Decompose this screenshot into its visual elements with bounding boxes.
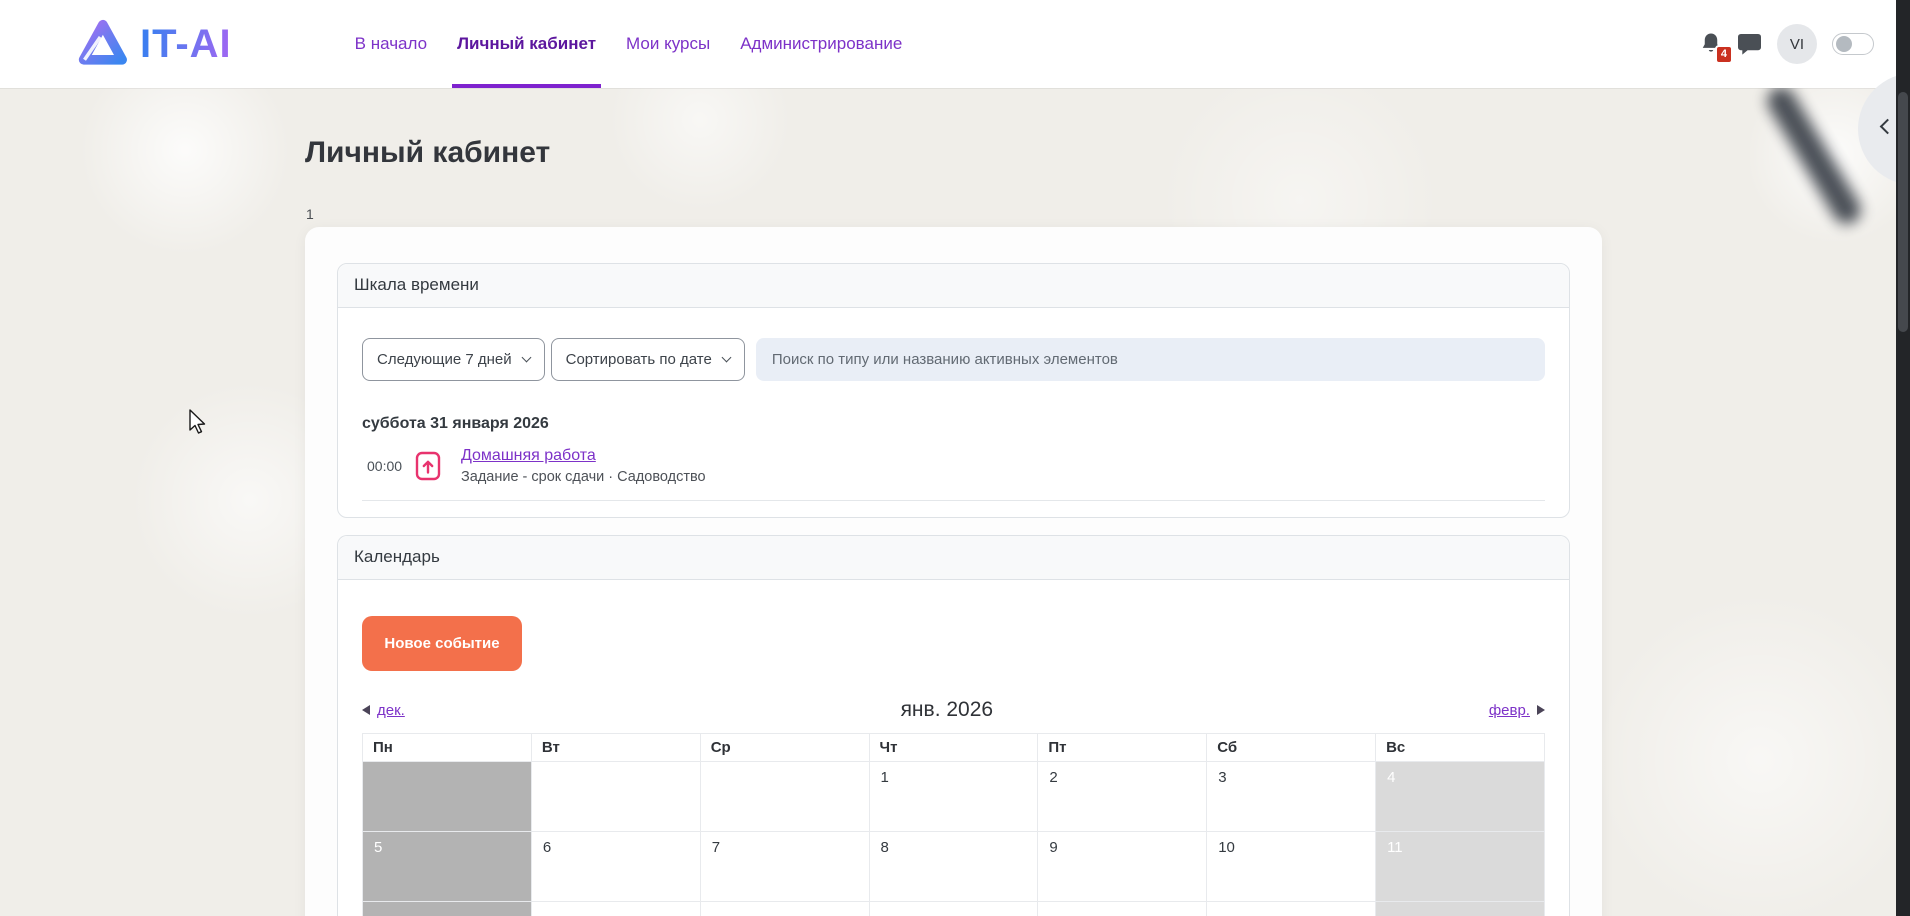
primary-navigation: В начало Личный кабинет Мои курсы Админи… — [340, 0, 918, 88]
browser-scrollbar[interactable] — [1896, 0, 1910, 916]
calendar-week-row: 1234 — [363, 762, 1545, 832]
sort-dropdown[interactable]: Сортировать по дате — [551, 338, 745, 381]
notification-count-badge: 4 — [1715, 45, 1733, 64]
calendar-month-nav: дек. янв. 2026 февр. — [362, 695, 1545, 725]
calendar-weekday-row: Пн Вт Ср Чт Пт Сб Вс — [363, 734, 1545, 762]
weekday-header: Вт — [531, 734, 700, 762]
calendar-day-cell[interactable]: 4 — [1376, 762, 1545, 832]
logo-text: IT-AI — [140, 22, 232, 67]
chevron-down-icon — [721, 353, 731, 363]
day-range-dropdown-label: Следующие 7 дней — [377, 351, 512, 368]
top-navbar: IT-AI В начало Личный кабинет Мои курсы … — [0, 0, 1896, 88]
triangle-left-icon — [362, 705, 370, 715]
calendar-day-cell — [363, 902, 532, 916]
calendar-week-row — [363, 902, 1545, 916]
calendar-month-grid: Пн Вт Ср Чт Пт Сб Вс 1234567891011 — [362, 733, 1545, 916]
event-text: Домашняя работа Задание - срок сдачи · С… — [461, 447, 706, 485]
navbar-right-controls: 4 VI — [1700, 24, 1874, 64]
calendar-day-cell — [700, 762, 869, 832]
weekday-header: Чт — [869, 734, 1038, 762]
nav-item-my-courses[interactable]: Мои курсы — [611, 0, 725, 88]
weekday-header: Пн — [363, 734, 532, 762]
sort-dropdown-label: Сортировать по дате — [566, 351, 712, 368]
calendar-day-cell[interactable]: 6 — [531, 832, 700, 902]
mouse-cursor — [186, 408, 208, 443]
weekday-header: Ср — [700, 734, 869, 762]
day-range-dropdown[interactable]: Следующие 7 дней — [362, 338, 545, 381]
calendar-day-cell — [531, 902, 700, 916]
prev-month-label: дек. — [377, 702, 405, 719]
weekday-header: Пт — [1038, 734, 1207, 762]
chevron-down-icon — [521, 353, 531, 363]
calendar-day-cell[interactable]: 8 — [869, 832, 1038, 902]
prev-month-link[interactable]: дек. — [362, 702, 405, 719]
calendar-block: Календарь Новое событие дек. янв. 2026 ф… — [337, 535, 1570, 916]
site-logo[interactable]: IT-AI — [74, 16, 232, 72]
notifications-button[interactable]: 4 — [1700, 32, 1722, 56]
event-title-link[interactable]: Домашняя работа — [461, 447, 596, 464]
timeline-divider — [362, 500, 1545, 501]
toggle-knob-icon — [1836, 36, 1852, 52]
timeline-body: Следующие 7 дней Сортировать по дате суб… — [338, 308, 1569, 517]
nav-item-home[interactable]: В начало — [340, 0, 442, 88]
calendar-day-cell — [700, 902, 869, 916]
weekday-header: Сб — [1207, 734, 1376, 762]
event-time: 00:00 — [367, 458, 408, 474]
calendar-day-cell[interactable]: 3 — [1207, 762, 1376, 832]
timeline-event-row: 00:00 Домашняя работа Задание - срок сда… — [362, 447, 1545, 485]
calendar-day-cell — [531, 762, 700, 832]
timeline-header: Шкала времени — [338, 264, 1569, 308]
user-avatar[interactable]: VI — [1777, 24, 1817, 64]
chat-icon — [1737, 33, 1762, 56]
calendar-day-cell[interactable]: 1 — [869, 762, 1038, 832]
current-month-label: янв. 2026 — [901, 698, 994, 722]
dashboard-content-region: Шкала времени Следующие 7 дней Сортирова… — [305, 227, 1602, 916]
calendar-day-cell[interactable]: 2 — [1038, 762, 1207, 832]
triangle-right-icon — [1537, 705, 1545, 715]
calendar-day-cell — [1207, 902, 1376, 916]
calendar-day-cell[interactable]: 11 — [1376, 832, 1545, 902]
calendar-body: Новое событие дек. янв. 2026 февр. Пн Вт — [338, 580, 1569, 916]
timeline-block: Шкала времени Следующие 7 дней Сортирова… — [337, 263, 1570, 518]
theme-toggle[interactable] — [1832, 33, 1874, 55]
block-region-marker: 1 — [306, 206, 314, 222]
timeline-search-input[interactable] — [756, 338, 1545, 381]
scrollbar-thumb[interactable] — [1898, 92, 1908, 332]
calendar-day-cell[interactable]: 10 — [1207, 832, 1376, 902]
chevron-left-icon — [1880, 119, 1896, 135]
next-month-link[interactable]: февр. — [1489, 702, 1545, 719]
nav-item-dashboard[interactable]: Личный кабинет — [442, 0, 611, 88]
calendar-day-cell[interactable]: 5 — [363, 832, 532, 902]
calendar-day-cell — [363, 762, 532, 832]
timeline-filters: Следующие 7 дней Сортировать по дате — [362, 338, 1545, 381]
avatar-initials: VI — [1790, 36, 1804, 53]
assignment-icon — [415, 451, 441, 481]
calendar-day-cell — [1376, 902, 1545, 916]
page-title: Личный кабинет — [305, 136, 550, 170]
new-event-button[interactable]: Новое событие — [362, 616, 522, 671]
calendar-week-row: 567891011 — [363, 832, 1545, 902]
calendar-day-cell[interactable]: 7 — [700, 832, 869, 902]
calendar-day-cell[interactable]: 9 — [1038, 832, 1207, 902]
calendar-day-cell — [869, 902, 1038, 916]
next-month-label: февр. — [1489, 702, 1530, 719]
calendar-day-cell — [1038, 902, 1207, 916]
logo-triangle-icon — [74, 16, 130, 72]
calendar-header: Календарь — [338, 536, 1569, 580]
weekday-header: Вс — [1376, 734, 1545, 762]
calendar-grid-body: 1234567891011 — [363, 762, 1545, 916]
event-date-group: суббота 31 января 2026 — [362, 415, 1545, 433]
event-subtitle: Задание - срок сдачи · Садоводство — [461, 469, 706, 485]
messages-button[interactable] — [1737, 33, 1762, 56]
nav-item-administration[interactable]: Администрирование — [725, 0, 917, 88]
